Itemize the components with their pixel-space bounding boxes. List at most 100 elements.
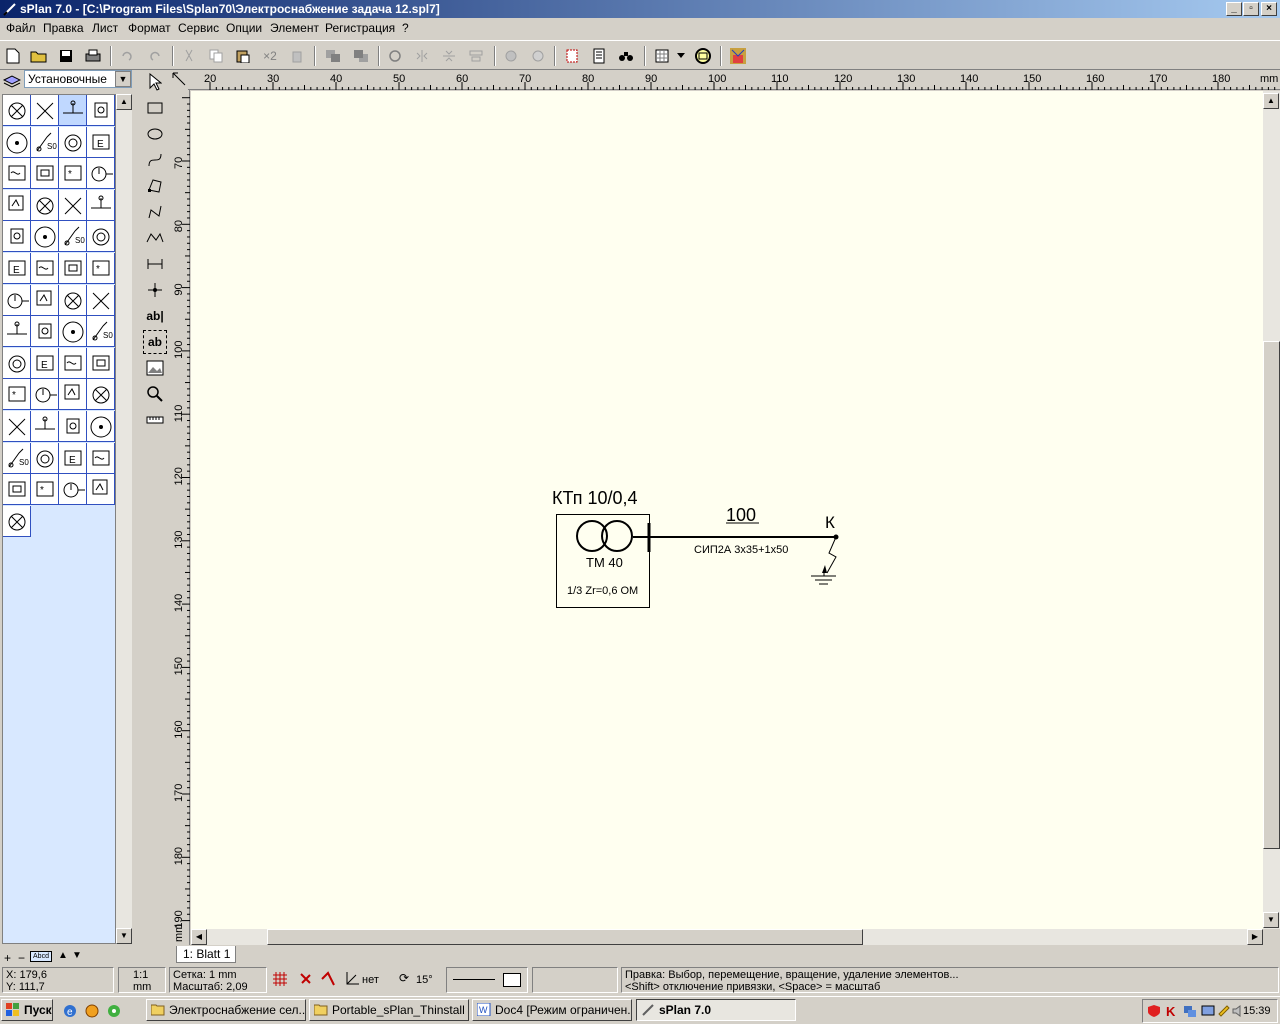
menu-element[interactable]: Элемент <box>270 21 319 35</box>
library-symbol-cell[interactable] <box>31 189 59 221</box>
library-label-toggle[interactable]: Abcd <box>30 951 52 962</box>
rotation-icon[interactable]: ⟳ <box>399 971 409 985</box>
zoom-icon[interactable] <box>692 45 714 67</box>
library-symbol-cell[interactable] <box>3 126 31 158</box>
line-style-selector[interactable] <box>446 967 528 993</box>
library-symbol-cell[interactable] <box>59 253 87 284</box>
parts-list-icon[interactable] <box>588 45 610 67</box>
library-symbol-cell[interactable] <box>59 126 87 158</box>
library-symbol-cell[interactable] <box>3 95 31 126</box>
kaspersky-icon[interactable]: K <box>1165 1004 1179 1021</box>
rotation-angle[interactable]: 15° <box>416 974 433 986</box>
print-icon[interactable] <box>82 45 104 67</box>
library-add-icon[interactable]: + <box>4 951 11 965</box>
grid-size[interactable]: Сетка: 1 mm <box>173 969 263 981</box>
menu-options[interactable]: Опции <box>226 21 262 35</box>
library-symbol-cell[interactable] <box>87 411 115 442</box>
library-symbol-cell[interactable] <box>59 411 87 442</box>
library-symbol-cell[interactable]: S0 <box>87 316 115 348</box>
library-symbol-cell[interactable] <box>59 284 87 316</box>
grid-snap-icon[interactable] <box>272 971 288 990</box>
library-symbol-cell[interactable] <box>3 474 31 506</box>
chevron-down-icon[interactable]: ▼ <box>115 71 131 87</box>
text-frame-tool-button[interactable]: ab <box>143 330 167 354</box>
vertical-scrollbar[interactable]: ▲ ▼ <box>1263 91 1280 929</box>
title-bar[interactable]: sPlan 7.0 - [C:\Program Files\Splan70\Эл… <box>0 0 1280 18</box>
library-symbol-cell[interactable]: S0 <box>59 221 87 253</box>
sheet-tab[interactable]: 1: Blatt 1 <box>176 946 236 963</box>
restore-button[interactable]: ▫ <box>1243 2 1259 16</box>
rectangle-tool-icon[interactable] <box>143 96 167 120</box>
magnet-snap-icon[interactable] <box>298 971 314 990</box>
horizontal-scrollbar[interactable]: ◀ ▶ <box>191 929 1263 945</box>
library-symbol-cell[interactable] <box>3 411 31 442</box>
to-front-icon[interactable] <box>322 45 344 67</box>
scroll-up-icon[interactable]: ▲ <box>116 94 132 110</box>
library-symbol-cell[interactable] <box>31 442 59 474</box>
network-icon[interactable] <box>1183 1004 1197 1021</box>
library-symbol-cell[interactable] <box>31 95 59 126</box>
junction-tool-icon[interactable] <box>143 278 167 302</box>
grid-icon[interactable] <box>651 45 673 67</box>
library-remove-icon[interactable]: − <box>18 951 25 965</box>
library-scrollbar[interactable]: ▲ ▼ <box>116 94 132 944</box>
grid-dropdown-icon[interactable] <box>674 45 688 67</box>
text-tool-button[interactable]: ab| <box>143 304 167 328</box>
duplicate-x2-button[interactable]: ×2 <box>259 45 281 67</box>
library-symbol-cell[interactable] <box>31 411 59 442</box>
library-symbol-cell[interactable] <box>59 316 87 348</box>
library-symbol-cell[interactable] <box>59 347 87 379</box>
open-folder-icon[interactable] <box>28 45 50 67</box>
polygon-tool-icon[interactable] <box>143 174 167 198</box>
library-symbol-cell[interactable] <box>31 379 59 411</box>
library-symbol-cell[interactable] <box>31 284 59 316</box>
library-symbol-cell[interactable]: * <box>31 474 59 506</box>
library-layers-icon[interactable] <box>2 72 22 91</box>
top-ruler[interactable]: 20 30 40 50 60 70 80 90 100 110 120 130 140 150 160 170… <box>188 70 1280 90</box>
library-symbol-cell[interactable] <box>3 505 31 537</box>
ellipse-tool-icon[interactable] <box>143 122 167 146</box>
menu-help[interactable]: ? <box>402 21 409 35</box>
minimize-button[interactable]: _ <box>1226 2 1242 16</box>
library-symbol-cell[interactable]: E <box>3 253 31 284</box>
horizontal-scroll-thumb[interactable] <box>267 929 863 945</box>
ruler-corner-icon[interactable] <box>170 70 188 90</box>
library-symbol-cell[interactable]: * <box>3 379 31 411</box>
menu-file[interactable]: Файл <box>6 21 36 35</box>
task-splan[interactable]: sPlan 7.0 <box>636 999 796 1021</box>
library-symbol-cell[interactable] <box>87 189 115 221</box>
delete-icon[interactable] <box>286 45 308 67</box>
task-folder-electro[interactable]: Электроснабжение сел... <box>146 999 306 1021</box>
library-category-select[interactable]: Установочные ▼ <box>24 70 132 88</box>
library-symbol-cell[interactable] <box>87 221 115 253</box>
scroll-down-icon[interactable]: ▼ <box>116 928 132 944</box>
transformer-label[interactable]: ТМ 40 <box>586 555 623 570</box>
library-symbol-cell[interactable] <box>59 474 87 506</box>
library-symbol-cell[interactable]: E <box>87 126 115 158</box>
save-icon[interactable] <box>55 45 77 67</box>
library-symbol-cell[interactable] <box>59 379 87 411</box>
fault-point-label[interactable]: К <box>825 513 835 533</box>
quicklaunch-app-icon[interactable] <box>84 1003 100 1022</box>
library-symbol-cell[interactable] <box>87 95 115 126</box>
library-symbol-cell[interactable] <box>31 158 59 190</box>
library-symbol-cell[interactable] <box>87 379 115 411</box>
task-folder-portable[interactable]: Portable_sPlan_Thinstall <box>309 999 469 1021</box>
display-icon[interactable] <box>1201 1004 1215 1021</box>
library-symbol-cell[interactable] <box>87 284 115 316</box>
menu-sheet[interactable]: Лист <box>92 21 118 35</box>
library-symbol-cell[interactable]: * <box>87 253 115 284</box>
task-word-doc[interactable]: W Doc4 [Режим ограничен... <box>472 999 632 1021</box>
group-icon[interactable] <box>500 45 522 67</box>
library-move-down-icon[interactable]: ▼ <box>72 950 82 961</box>
mirror-h-icon[interactable] <box>411 45 433 67</box>
paste-icon[interactable] <box>232 45 254 67</box>
align-icon[interactable] <box>465 45 487 67</box>
cut-icon[interactable] <box>178 45 200 67</box>
library-symbol-cell[interactable] <box>31 221 59 253</box>
library-symbol-cell[interactable] <box>3 347 31 379</box>
library-move-up-icon[interactable]: ▲ <box>58 950 68 961</box>
close-button[interactable]: × <box>1261 2 1277 16</box>
library-editor-icon[interactable] <box>727 45 749 67</box>
library-symbol-cell[interactable]: S0 <box>3 442 31 474</box>
